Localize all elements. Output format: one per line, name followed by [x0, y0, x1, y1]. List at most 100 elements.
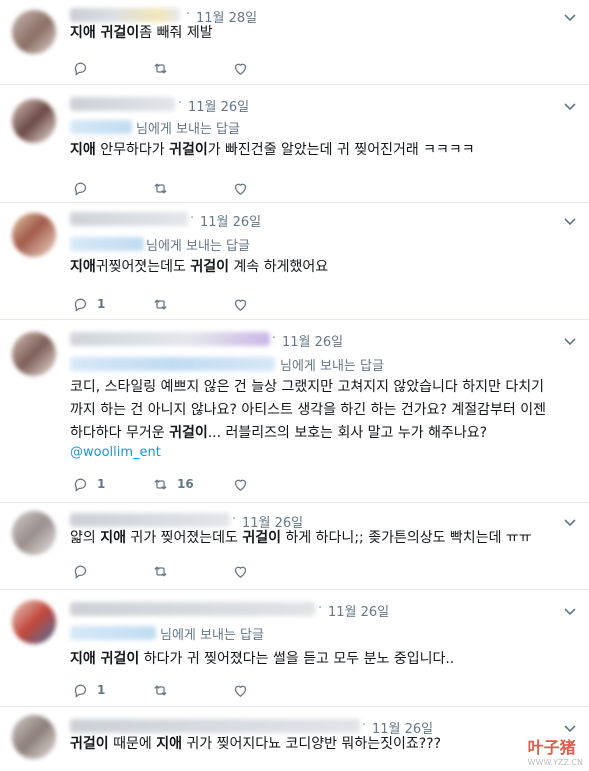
chevron-down-icon[interactable]: [563, 604, 577, 618]
watermark-url: WWW.YZZ.CN: [527, 758, 583, 767]
like-button[interactable]: [232, 59, 249, 77]
chevron-down-icon[interactable]: [563, 10, 577, 24]
tweet-text-line: 하다하다 무거운 귀걸이... 러블리즈의 보호는 회사 말고 누가 해주나요?: [70, 422, 487, 444]
retweet-icon: [154, 62, 167, 74]
chevron-down-icon[interactable]: [563, 515, 577, 529]
text-segment: 얇의: [70, 530, 101, 546]
highlighted-keyword: 귀걸이: [169, 425, 208, 441]
separator-dot: ·: [190, 211, 195, 226]
blurred-username[interactable]: [70, 332, 270, 346]
text-segment: 코디, 스타일링 예쁘지 않은 건 늘상 그랬지만 고쳐지지 않았습니다 하지만…: [70, 379, 544, 395]
reply-button[interactable]: 1: [72, 681, 105, 699]
tweet-text: 얇의 지애 귀가 찢어졌는데도 귀걸이 하게 하다니;; 좆가튼의상도 빡치는데…: [70, 527, 532, 549]
tweet-text: 지애 귀걸이 하다가 귀 찢어졌다는 썰을 듣고 모두 분노 중입니다..: [70, 648, 454, 670]
watermark-logo: 叶子猪 WWW.YZZ.CN: [528, 734, 583, 767]
tweet[interactable]: · 11월 26일 님에게 보내는 답글 코디, 스타일링 예쁘지 않은 건 늘…: [0, 320, 589, 503]
reply-button[interactable]: 1: [72, 295, 105, 313]
retweet-button[interactable]: [152, 681, 177, 699]
text-segment: 계속 하게했어요: [229, 259, 329, 275]
avatar[interactable]: [12, 511, 56, 555]
highlighted-keyword: 귀걸이: [70, 736, 109, 752]
reply-to-label: 님에게 보내는 답글: [160, 628, 264, 643]
like-button[interactable]: [232, 562, 249, 580]
chevron-down-icon[interactable]: [563, 334, 577, 348]
tweet-text: 지애 안무하다가 귀걸이가 빠진건줄 알았는데 귀 찢어진거래 ㅋㅋㅋㅋ: [70, 139, 475, 161]
text-segment: 가 빠진건줄 알았는데 귀 찢어진거래 ㅋㅋㅋㅋ: [207, 142, 475, 158]
separator-dot: ·: [272, 331, 277, 346]
reply-count: 1: [97, 297, 106, 311]
like-button[interactable]: [232, 681, 249, 699]
retweet-icon: [154, 478, 167, 490]
tweet-date[interactable]: 11월 26일: [282, 331, 343, 350]
tweet-date[interactable]: 11월 26일: [200, 211, 261, 230]
retweet-button[interactable]: 16: [152, 475, 194, 493]
highlighted-keyword: 귀걸이: [190, 259, 230, 275]
avatar[interactable]: [12, 10, 56, 54]
like-icon: [234, 566, 247, 578]
tweet[interactable]: · 11월 26일 님에게 보내는 답글 지애 안무하다가 귀걸이가 빠진건줄 …: [0, 85, 589, 203]
blurred-username[interactable]: [70, 97, 175, 111]
separator-dot: ·: [362, 718, 367, 733]
reply-icon: [74, 182, 87, 196]
like-icon: [234, 299, 247, 311]
separator-dot: ·: [318, 601, 323, 616]
blurred-reply-target[interactable]: [70, 626, 156, 640]
text-segment: 귀찢어졋는데도: [95, 259, 191, 275]
tweet[interactable]: · 11월 26일 님에게 보내는 답글 지애 귀걸이 하다가 귀 찢어졌다는 …: [0, 590, 589, 707]
reply-to-label: 님에게 보내는 답글: [280, 359, 384, 374]
tweet-date[interactable]: 11월 26일: [188, 96, 249, 115]
mention-link[interactable]: @woollim_ent: [70, 442, 161, 464]
text-segment: 하게 하다니;; 좆가튼의상도 빡치는데 ㅠㅠ: [281, 530, 532, 546]
blurred-username[interactable]: [70, 719, 360, 733]
chevron-down-icon[interactable]: [563, 214, 577, 228]
tweet-text-line: 까지 하는 건 아니지 않나요? 아티스트 생각을 하긴 하는 건가요? 계절감…: [70, 399, 546, 421]
chevron-down-icon[interactable]: [563, 721, 577, 735]
like-button[interactable]: [232, 179, 249, 197]
like-button[interactable]: [232, 475, 249, 493]
avatar[interactable]: [12, 332, 56, 376]
avatar[interactable]: [12, 715, 56, 759]
chevron-down-icon[interactable]: [563, 99, 577, 113]
reply-to-label: 님에게 보내는 답글: [136, 122, 240, 137]
retweet-button[interactable]: [152, 295, 177, 313]
tweet-text: 귀걸이 때문에 지애 귀가 찢어지다뇨 코디양반 뭐하는짓이죠???: [70, 733, 441, 755]
like-icon: [234, 685, 247, 697]
reply-button[interactable]: 1: [72, 475, 105, 493]
highlighted-keyword: 지애 귀걸이: [70, 651, 140, 667]
reply-count: 1: [97, 683, 106, 697]
avatar[interactable]: [12, 213, 56, 257]
blurred-username[interactable]: [70, 602, 315, 616]
highlighted-keyword: 지애: [70, 142, 96, 158]
reply-to-label: 님에게 보내는 답글: [146, 239, 250, 254]
tweet[interactable]: · 11월 26일 님에게 보내는 답글 지애귀찢어졋는데도 귀걸이 계속 하게…: [0, 203, 589, 320]
blurred-username[interactable]: [70, 513, 230, 527]
tweet[interactable]: · 11월 26일 얇의 지애 귀가 찢어졌는데도 귀걸이 하게 하다니;; 좆…: [0, 503, 589, 590]
retweet-button[interactable]: [152, 59, 177, 77]
retweet-count: 16: [177, 477, 194, 491]
reply-button[interactable]: [72, 179, 97, 197]
tweet-date[interactable]: 11월 26일: [328, 601, 389, 620]
blurred-reply-target[interactable]: [70, 120, 132, 134]
reply-button[interactable]: [72, 59, 97, 77]
text-segment: 좀 빼줘 제발: [139, 25, 213, 41]
reply-icon: [74, 478, 87, 492]
highlighted-keyword: 귀걸이: [242, 530, 282, 546]
avatar[interactable]: [12, 99, 56, 143]
tweet[interactable]: · 11월 28일 지애 귀걸이좀 빼줘 제발: [0, 0, 589, 85]
retweet-button[interactable]: [152, 179, 177, 197]
tweet[interactable]: · 11월 26일 귀걸이 때문에 지애 귀가 찢어지다뇨 코디양반 뭐하는짓이…: [0, 707, 589, 771]
blurred-username[interactable]: [70, 8, 180, 22]
tweet-text: 지애귀찢어졋는데도 귀걸이 계속 하게했어요: [70, 256, 328, 278]
blurred-reply-target[interactable]: [70, 357, 275, 371]
retweet-icon: [154, 684, 167, 696]
retweet-icon: [154, 298, 167, 310]
reply-button[interactable]: [72, 562, 97, 580]
avatar[interactable]: [12, 600, 56, 644]
blurred-reply-target[interactable]: [70, 237, 144, 251]
reply-icon: [74, 62, 87, 76]
like-button[interactable]: [232, 295, 249, 313]
highlighted-keyword: 지애: [156, 736, 182, 752]
blurred-username[interactable]: [70, 212, 188, 226]
retweet-button[interactable]: [152, 562, 177, 580]
reply-icon: [74, 298, 87, 312]
